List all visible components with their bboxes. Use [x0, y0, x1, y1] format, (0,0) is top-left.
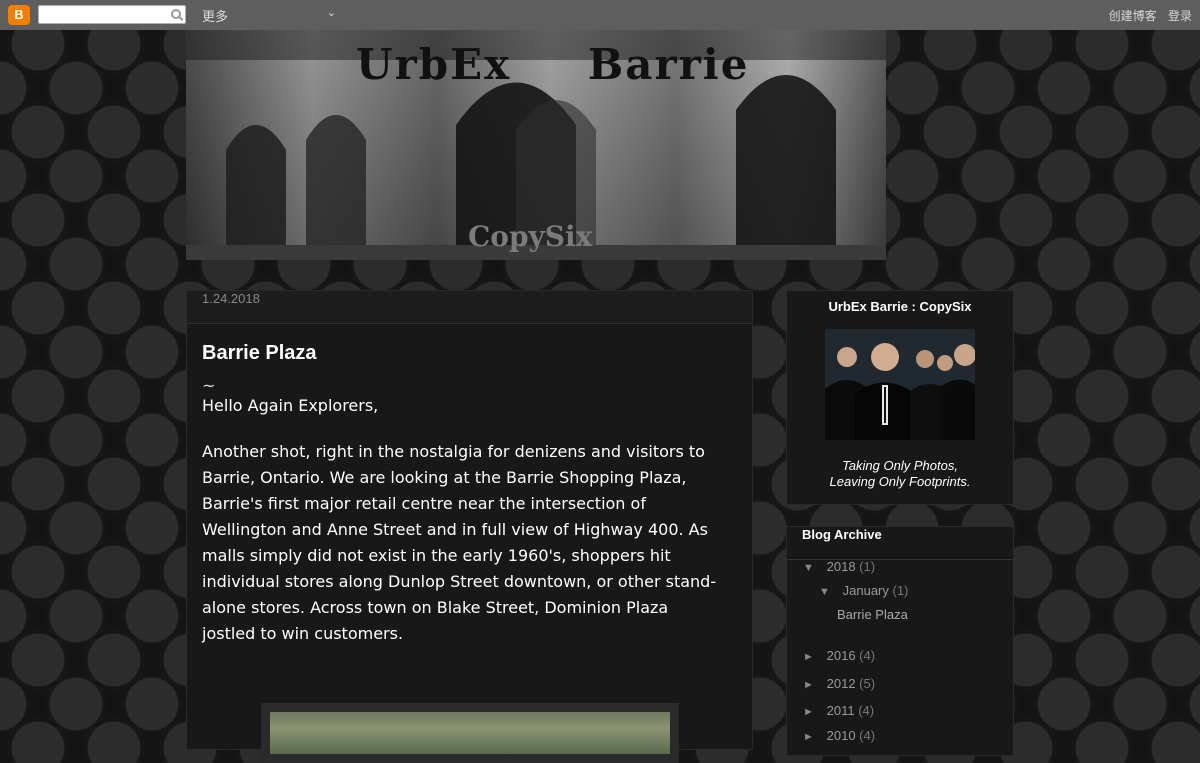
- archive-month-count: (1): [892, 583, 909, 598]
- profile-caption-line1: Taking Only Photos,: [842, 458, 958, 473]
- post-photo-image: [270, 712, 670, 754]
- post-title[interactable]: Barrie Plaza: [202, 342, 752, 365]
- archive-year-2011[interactable]: ► 2011 (4): [803, 703, 874, 718]
- agents-silhouette: [825, 329, 975, 440]
- archive-year-label[interactable]: 2011: [827, 703, 855, 718]
- search-input[interactable]: [38, 5, 186, 24]
- post-paragraph: Another shot, right in the nostalgia for…: [202, 442, 717, 643]
- blogger-logo-icon[interactable]: B: [8, 5, 30, 25]
- archive-year-label[interactable]: 2012: [827, 676, 856, 691]
- post-photo[interactable]: [261, 703, 679, 763]
- post-tilde: ~: [202, 376, 216, 395]
- triangle-right-icon[interactable]: ►: [803, 679, 823, 691]
- archive-year-count: (4): [858, 703, 875, 718]
- archive-title: Blog Archive: [787, 527, 1013, 560]
- post-date: 1.24.2018: [187, 291, 752, 324]
- search-icon[interactable]: [171, 9, 181, 19]
- post-greeting: Hello Again Explorers,: [202, 396, 379, 415]
- profile-title: UrbEx Barrie : CopySix: [828, 299, 972, 314]
- create-blog-link[interactable]: 创建博客: [1109, 9, 1157, 23]
- more-dropdown[interactable]: 更多 ⌄: [200, 6, 340, 24]
- blog-archive-widget: Blog Archive ▼ 2018 (1) ▼ January (1) Ba…: [786, 526, 1014, 756]
- archive-year-count: (4): [859, 728, 876, 743]
- post-body: ~ Hello Again Explorers, Another shot, r…: [202, 376, 722, 647]
- archive-year-count: (4): [859, 648, 876, 663]
- profile-caption-line2: Leaving Only Footprints.: [829, 474, 971, 489]
- profile-widget: UrbEx Barrie : CopySix Taking Only Photo…: [786, 290, 1014, 505]
- triangle-right-icon[interactable]: ►: [803, 706, 823, 718]
- archive-year-count: (1): [859, 559, 876, 574]
- blogger-navbar: B 更多 ⌄ 创建博客 登录: [0, 0, 1200, 30]
- blog-subtitle: CopySix: [468, 220, 593, 253]
- profile-caption: Taking Only Photos, Leaving Only Footpri…: [787, 458, 1013, 490]
- archive-month-label[interactable]: January: [843, 583, 889, 598]
- archive-year-2010[interactable]: ► 2010 (4): [803, 728, 875, 743]
- archive-year-label[interactable]: 2018: [827, 559, 856, 574]
- post-column: 1.24.2018 Barrie Plaza ~ Hello Again Exp…: [186, 290, 753, 763]
- nav-links: 创建博客 登录: [1101, 7, 1192, 24]
- triangle-right-icon[interactable]: ►: [803, 731, 823, 743]
- blog-title[interactable]: UrbEx Barrie: [356, 40, 749, 89]
- profile-image: [825, 329, 975, 440]
- chevron-down-icon: ⌄: [326, 7, 336, 19]
- archive-month-january[interactable]: ▼ January (1): [819, 583, 908, 598]
- archive-year-2018[interactable]: ▼ 2018 (1): [803, 559, 875, 574]
- archive-year-2016[interactable]: ► 2016 (4): [803, 648, 875, 663]
- archive-year-label[interactable]: 2010: [827, 728, 856, 743]
- archive-year-label[interactable]: 2016: [827, 648, 856, 663]
- login-link[interactable]: 登录: [1168, 9, 1192, 23]
- archive-year-count: (5): [859, 676, 876, 691]
- triangle-down-icon[interactable]: ▼: [819, 586, 839, 598]
- more-label: 更多: [202, 9, 229, 24]
- archive-year-2012[interactable]: ► 2012 (5): [803, 676, 875, 691]
- header-banner[interactable]: UrbEx Barrie CopySix: [186, 30, 886, 260]
- triangle-down-icon[interactable]: ▼: [803, 562, 823, 574]
- archive-post-link[interactable]: Barrie Plaza: [837, 607, 908, 622]
- triangle-right-icon[interactable]: ►: [803, 651, 823, 663]
